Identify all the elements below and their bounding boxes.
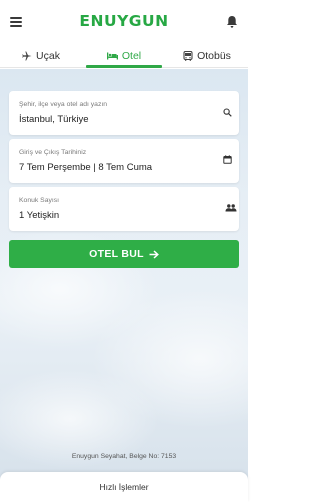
quick-actions-bar[interactable]: Hızlı İşlemler xyxy=(0,472,248,502)
bed-icon xyxy=(106,52,118,60)
people-icon xyxy=(225,204,237,212)
tab-label: Uçak xyxy=(36,50,60,62)
destination-field[interactable]: Şehir, ilçe veya otel adı yazın İstanbul… xyxy=(9,91,239,135)
brand-logo[interactable]: ENUYGUN xyxy=(0,12,248,30)
bus-icon xyxy=(183,51,193,61)
calendar-icon xyxy=(223,155,232,164)
tab-bus[interactable]: Otobüs xyxy=(166,44,248,68)
license-text: Enuygun Seyahat, Belge No: 7153 xyxy=(71,453,177,460)
arrow-right-icon xyxy=(149,249,159,259)
tab-label: Otobüs xyxy=(197,50,231,62)
travel-type-tabs: Uçak Otel Otobüs xyxy=(0,44,248,68)
destination-value: İstanbul, Türkiye xyxy=(19,114,89,125)
tab-label: Otel xyxy=(121,50,142,62)
airplane-icon xyxy=(22,51,32,61)
destination-label: Şehir, ilçe veya otel adı yazın xyxy=(19,101,108,108)
quick-actions-label: Hızlı İşlemler xyxy=(99,482,149,492)
tab-flight[interactable]: Uçak xyxy=(0,44,82,68)
find-hotel-button[interactable]: OTEL BUL xyxy=(9,240,239,268)
app-header: ENUYGUN xyxy=(0,0,248,44)
dates-field[interactable]: Giriş ve Çıkış Tarihiniz 7 Tem Perşembe … xyxy=(9,139,239,183)
guests-label: Konuk Sayısı xyxy=(19,197,60,204)
bell-icon[interactable] xyxy=(226,15,238,29)
find-hotel-label: OTEL BUL xyxy=(89,248,144,260)
dates-value: 7 Tem Perşembe | 8 Tem Cuma xyxy=(19,162,153,173)
dates-label: Giriş ve Çıkış Tarihiniz xyxy=(19,149,87,156)
guests-value: 1 Yetişkin xyxy=(19,210,60,221)
active-tab-indicator xyxy=(86,65,162,68)
search-icon xyxy=(223,108,232,117)
guests-field[interactable]: Konuk Sayısı 1 Yetişkin xyxy=(9,187,239,231)
